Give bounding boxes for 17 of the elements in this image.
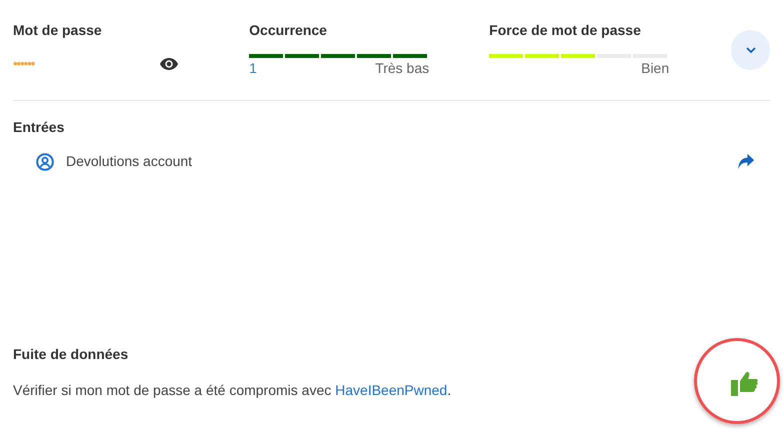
thumbs-up-icon[interactable] (731, 370, 758, 396)
meter-label: Force de mot de passe (489, 21, 642, 40)
password-label: Mot de passe (13, 21, 103, 40)
breach-check-text: Vérifier si mon mot de passe a été compromis avec HaveIBeenPwned. (13, 381, 452, 400)
user-circle-icon (36, 152, 54, 170)
section-title: Fuite de données (13, 345, 130, 364)
meter-rating: Très bas (375, 59, 430, 77)
haveibeenpwned-link[interactable]: HaveIBeenPwned (335, 382, 448, 398)
chevron-down-icon (746, 47, 756, 53)
share-arrow-icon[interactable] (736, 152, 755, 171)
meter-label: Occurrence (249, 21, 328, 40)
entry-name[interactable]: Devolutions account (66, 151, 192, 172)
password-value: •••••• (13, 55, 34, 73)
section-title: Entrées (13, 118, 66, 137)
occurrence-count: 1 (249, 59, 257, 77)
eye-icon[interactable] (160, 58, 178, 70)
meter-rating: Bien (641, 59, 670, 77)
